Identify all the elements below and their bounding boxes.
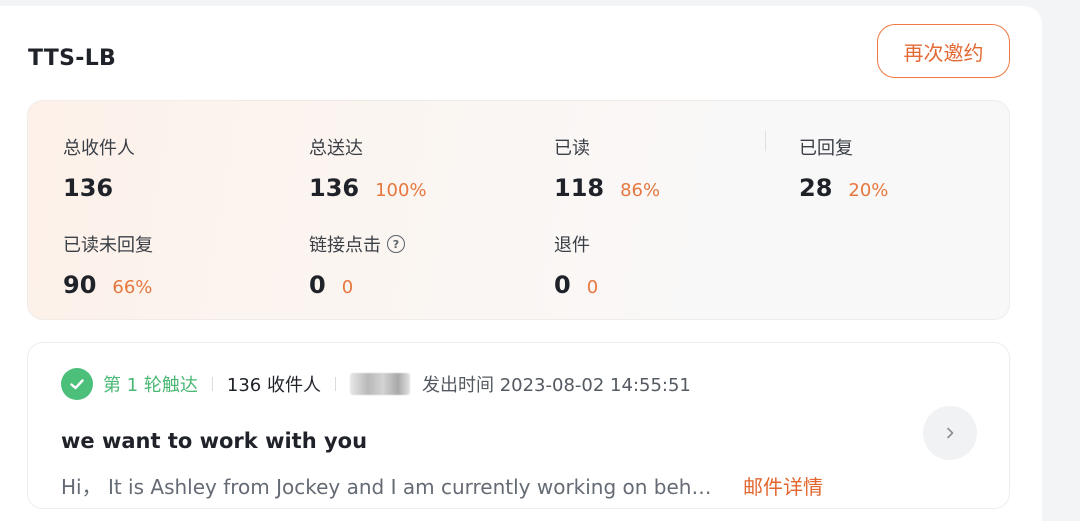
stat-label: 链接点击 xyxy=(309,235,381,256)
stat-label: 已读 xyxy=(554,138,590,159)
meta-divider xyxy=(334,377,336,391)
stat-value: 136 xyxy=(309,174,360,202)
stat-total-recipients: 总收件人 136 xyxy=(63,134,135,202)
stat-value: 90 xyxy=(63,271,97,299)
stat-label: 已回复 xyxy=(799,138,853,159)
stat-value: 28 xyxy=(799,174,833,202)
stats-panel: 总收件人 136 总送达 136 100% 已读 118 86% 已回复 28 xyxy=(27,100,1010,320)
stat-divider xyxy=(765,131,766,151)
meta-divider xyxy=(211,377,213,391)
email-detail-link[interactable]: 邮件详情 xyxy=(743,471,823,500)
round-label: 第 1 轮触达 xyxy=(103,375,198,396)
stat-percent: 20% xyxy=(848,180,889,201)
campaign-card: TTS-LB 再次邀约 总收件人 136 总送达 136 100% 已读 118… xyxy=(0,6,1042,521)
stat-value: 118 xyxy=(554,174,605,202)
stat-percent: 86% xyxy=(620,180,661,201)
round-meta: 第 1 轮触达 136 收件人 发出时间 2023-08-02 14:55:51 xyxy=(61,367,691,401)
stat-label: 已读未回复 xyxy=(63,235,153,256)
question-circle-icon[interactable]: ? xyxy=(387,235,405,253)
round-recipients: 136 收件人 xyxy=(226,375,321,396)
email-subject: we want to work with you xyxy=(61,429,368,453)
round-card[interactable]: 第 1 轮触达 136 收件人 发出时间 2023-08-02 14:55:51… xyxy=(27,342,1010,509)
send-time: 发出时间 2023-08-02 14:55:51 xyxy=(421,375,691,396)
stat-label: 退件 xyxy=(554,235,590,256)
stat-link-clicks: 链接点击 ? 0 0 xyxy=(309,231,405,299)
chevron-right-icon[interactable] xyxy=(923,406,977,460)
stat-value: 0 xyxy=(554,271,571,299)
stat-replied: 已回复 28 20% xyxy=(799,134,888,202)
redacted-sender xyxy=(349,373,410,395)
stat-delivered: 总送达 136 100% xyxy=(309,134,427,202)
stat-label: 总收件人 xyxy=(63,138,135,159)
stat-value: 136 xyxy=(63,174,114,202)
stat-value: 0 xyxy=(309,271,326,299)
stat-label: 总送达 xyxy=(309,138,363,159)
stat-percent: 66% xyxy=(112,277,153,298)
reinvite-button[interactable]: 再次邀约 xyxy=(877,24,1010,78)
stat-percent: 0 xyxy=(341,277,354,298)
campaign-title: TTS-LB xyxy=(28,46,117,71)
email-preview: Hi， It is Ashley from Jockey and I am cu… xyxy=(61,475,712,499)
stat-bounced: 退件 0 0 xyxy=(554,231,598,299)
stat-read: 已读 118 86% xyxy=(554,134,660,202)
check-circle-icon xyxy=(61,368,93,400)
stat-percent: 0 xyxy=(586,277,599,298)
stat-percent: 100% xyxy=(375,180,427,201)
stat-read-no-reply: 已读未回复 90 66% xyxy=(63,231,153,299)
